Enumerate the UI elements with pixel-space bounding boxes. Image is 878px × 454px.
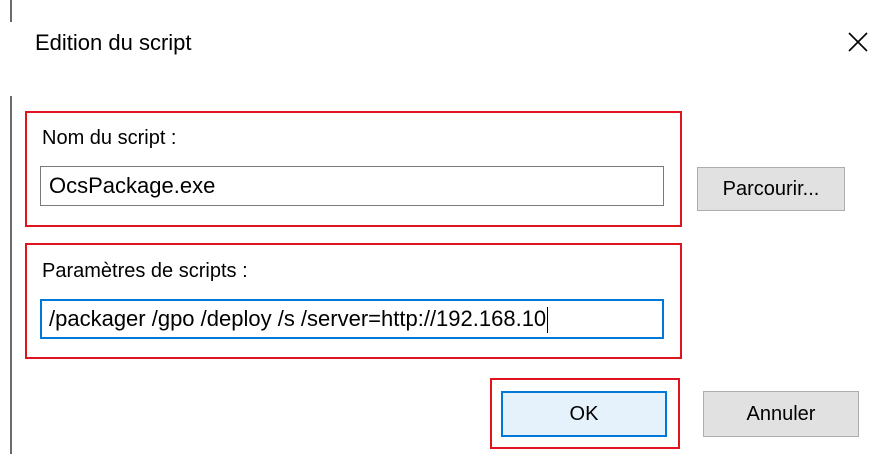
script-name-input[interactable]: OcsPackage.exe — [40, 166, 664, 206]
close-icon — [848, 32, 868, 52]
ok-button[interactable]: OK — [501, 391, 667, 437]
close-button[interactable] — [838, 22, 878, 62]
text-caret — [547, 307, 549, 334]
browse-button[interactable]: Parcourir... — [697, 167, 845, 211]
window-edge — [10, 96, 12, 454]
script-params-value: /packager /gpo /deploy /s /server=http:/… — [49, 306, 547, 331]
window-edge — [10, 0, 12, 22]
dialog-title: Edition du script — [35, 30, 192, 55]
cancel-button[interactable]: Annuler — [703, 391, 859, 437]
script-params-label: Paramètres de scripts : — [42, 260, 248, 282]
script-name-label: Nom du script : — [42, 127, 177, 149]
script-params-input[interactable]: /packager /gpo /deploy /s /server=http:/… — [40, 299, 664, 339]
